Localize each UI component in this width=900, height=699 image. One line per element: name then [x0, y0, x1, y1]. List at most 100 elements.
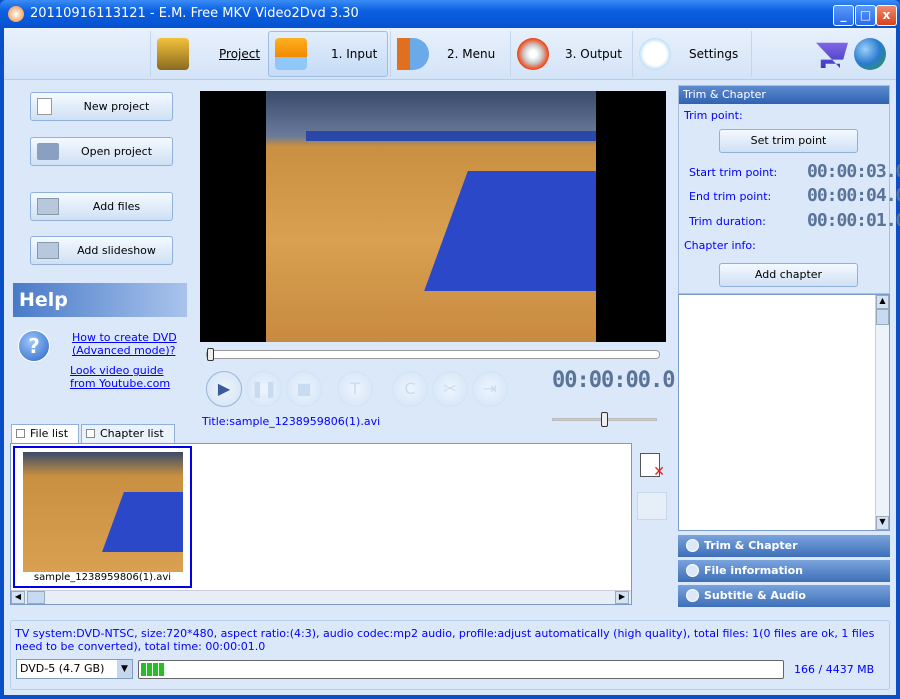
- tab-output[interactable]: 3. Output: [510, 31, 630, 77]
- link-text[interactable]: from Youtube.com: [70, 377, 170, 390]
- main-window: Project 1. Input 2. Menu 3. Output Setti…: [4, 28, 900, 695]
- file-name: sample_1238959806(1).avi: [33, 572, 172, 583]
- disc-usage-text: 166 / 4437 MB: [794, 663, 875, 676]
- link-youtube-guide[interactable]: Look video guide from Youtube.com: [70, 364, 170, 390]
- scroll-thumb[interactable]: [27, 591, 45, 604]
- accordion-label: Trim & Chapter: [704, 539, 798, 552]
- button-label: Open project: [80, 145, 153, 158]
- project-film-icon: [157, 38, 189, 70]
- remove-file-icon[interactable]: ✕: [640, 453, 665, 480]
- rotate-button[interactable]: C: [392, 371, 428, 407]
- new-document-icon: [37, 98, 52, 115]
- tab-label: 1. Input: [331, 47, 378, 61]
- button-label: Add files: [92, 200, 141, 213]
- tab-chapter-list[interactable]: Chapter list: [81, 424, 175, 443]
- end-trim-value: 00:00:04.0: [807, 185, 900, 206]
- tab-settings[interactable]: Settings: [632, 31, 752, 77]
- seek-handle[interactable]: [207, 348, 214, 361]
- file-properties-icon[interactable]: [637, 492, 667, 520]
- shopping-cart-icon[interactable]: [816, 42, 848, 68]
- tab-file-list[interactable]: File list: [11, 424, 79, 443]
- chapter-info-label: Chapter info:: [684, 239, 756, 252]
- end-trim-label: End trim point:: [689, 190, 772, 203]
- scroll-thumb[interactable]: [876, 309, 889, 325]
- text-button[interactable]: T: [337, 371, 373, 407]
- help-icon: ?: [18, 330, 50, 362]
- new-project-button[interactable]: New project: [30, 92, 173, 121]
- tab-label: File list: [30, 427, 69, 440]
- select-value: DVD-5 (4.7 GB): [20, 662, 105, 675]
- file-item[interactable]: sample_1238959806(1).avi: [13, 446, 192, 588]
- tab-label: Settings: [689, 47, 739, 61]
- slideshow-icon: [37, 242, 59, 259]
- accordion-label: File information: [704, 564, 804, 577]
- file-list-icon: [16, 429, 25, 438]
- toolbar: Project 1. Input 2. Menu 3. Output Setti…: [4, 28, 896, 80]
- tab-project[interactable]: Project: [150, 31, 266, 77]
- volume-handle[interactable]: [601, 412, 608, 427]
- chapter-listbox[interactable]: ▲ ▼: [678, 294, 890, 531]
- link-text[interactable]: How to create DVD: [72, 331, 177, 344]
- panel-header: Trim & Chapter: [679, 86, 889, 104]
- button-label: New project: [83, 100, 150, 113]
- app-icon: [8, 6, 24, 22]
- scroll-down-button[interactable]: ▼: [876, 516, 889, 530]
- disc-usage-fill: [141, 663, 165, 676]
- settings-icon: [639, 38, 671, 70]
- pause-button[interactable]: ❚❚: [246, 371, 282, 407]
- play-button[interactable]: ▶: [206, 371, 242, 407]
- status-panel: TV system:DVD-NTSC, size:720*480, aspect…: [10, 620, 890, 690]
- volume-slider[interactable]: [552, 412, 657, 427]
- open-project-button[interactable]: Open project: [30, 137, 173, 166]
- cut-button[interactable]: ✂: [432, 371, 468, 407]
- stop-button[interactable]: ■: [286, 371, 322, 407]
- split-button[interactable]: ⇥: [472, 371, 508, 407]
- globe-download-icon[interactable]: [854, 38, 886, 70]
- vertical-scrollbar[interactable]: ▲ ▼: [875, 295, 889, 530]
- start-trim-label: Start trim point:: [689, 166, 778, 179]
- trim-duration-label: Trim duration:: [689, 215, 766, 228]
- accordion-trim-chapter[interactable]: Trim & Chapter: [678, 535, 890, 557]
- subtitle-icon: [686, 589, 699, 602]
- maximize-button[interactable]: □: [855, 5, 876, 26]
- seek-bar[interactable]: [206, 348, 660, 361]
- disc-usage-bar: [138, 660, 784, 679]
- input-arrow-icon: [275, 38, 307, 70]
- video-preview: [200, 91, 666, 342]
- add-files-button[interactable]: Add files: [30, 192, 173, 221]
- disc-type-select[interactable]: DVD-5 (4.7 GB) ▼: [16, 659, 133, 679]
- file-list: sample_1238959806(1).avi ◀ ▶: [10, 443, 632, 605]
- trim-duration-value: 00:00:01.0: [807, 210, 900, 231]
- menu-disc-icon: [397, 38, 429, 70]
- link-text[interactable]: (Advanced mode)?: [72, 344, 177, 357]
- accordion-subtitle-audio[interactable]: Subtitle & Audio: [678, 585, 890, 607]
- tab-label: 2. Menu: [447, 47, 496, 61]
- chevron-down-icon[interactable]: ▼: [117, 660, 132, 678]
- tab-label: Project: [219, 47, 261, 61]
- horizontal-scrollbar[interactable]: ◀ ▶: [11, 590, 631, 604]
- tab-input[interactable]: 1. Input: [268, 31, 388, 77]
- folder-icon: [37, 143, 59, 160]
- output-burn-icon: [517, 38, 549, 70]
- trim-chapter-panel: Trim & Chapter Trim point: Set trim poin…: [678, 85, 900, 294]
- scroll-left-button[interactable]: ◀: [11, 591, 25, 604]
- accordion-file-information[interactable]: File information: [678, 560, 890, 582]
- window-title: 20110916113121 - E.M. Free MKV Video2Dvd…: [30, 6, 359, 21]
- set-trim-point-button[interactable]: Set trim point: [719, 129, 858, 153]
- add-chapter-button[interactable]: Add chapter: [719, 263, 858, 287]
- chapter-list-icon: [86, 429, 95, 438]
- add-files-icon: [37, 198, 59, 215]
- scroll-up-button[interactable]: ▲: [876, 295, 889, 309]
- button-label: Add slideshow: [77, 244, 156, 257]
- tab-label: Chapter list: [100, 427, 164, 440]
- info-icon: [686, 564, 699, 577]
- scroll-right-button[interactable]: ▶: [615, 591, 629, 604]
- link-text[interactable]: Look video guide: [70, 364, 170, 377]
- help-banner: Help: [13, 283, 187, 317]
- tab-menu[interactable]: 2. Menu: [390, 31, 508, 77]
- link-how-to-create-dvd[interactable]: How to create DVD (Advanced mode)?: [72, 331, 177, 357]
- video-frame: [266, 91, 596, 342]
- close-button[interactable]: x: [876, 5, 897, 26]
- minimize-button[interactable]: _: [833, 5, 854, 26]
- add-slideshow-button[interactable]: Add slideshow: [30, 236, 173, 265]
